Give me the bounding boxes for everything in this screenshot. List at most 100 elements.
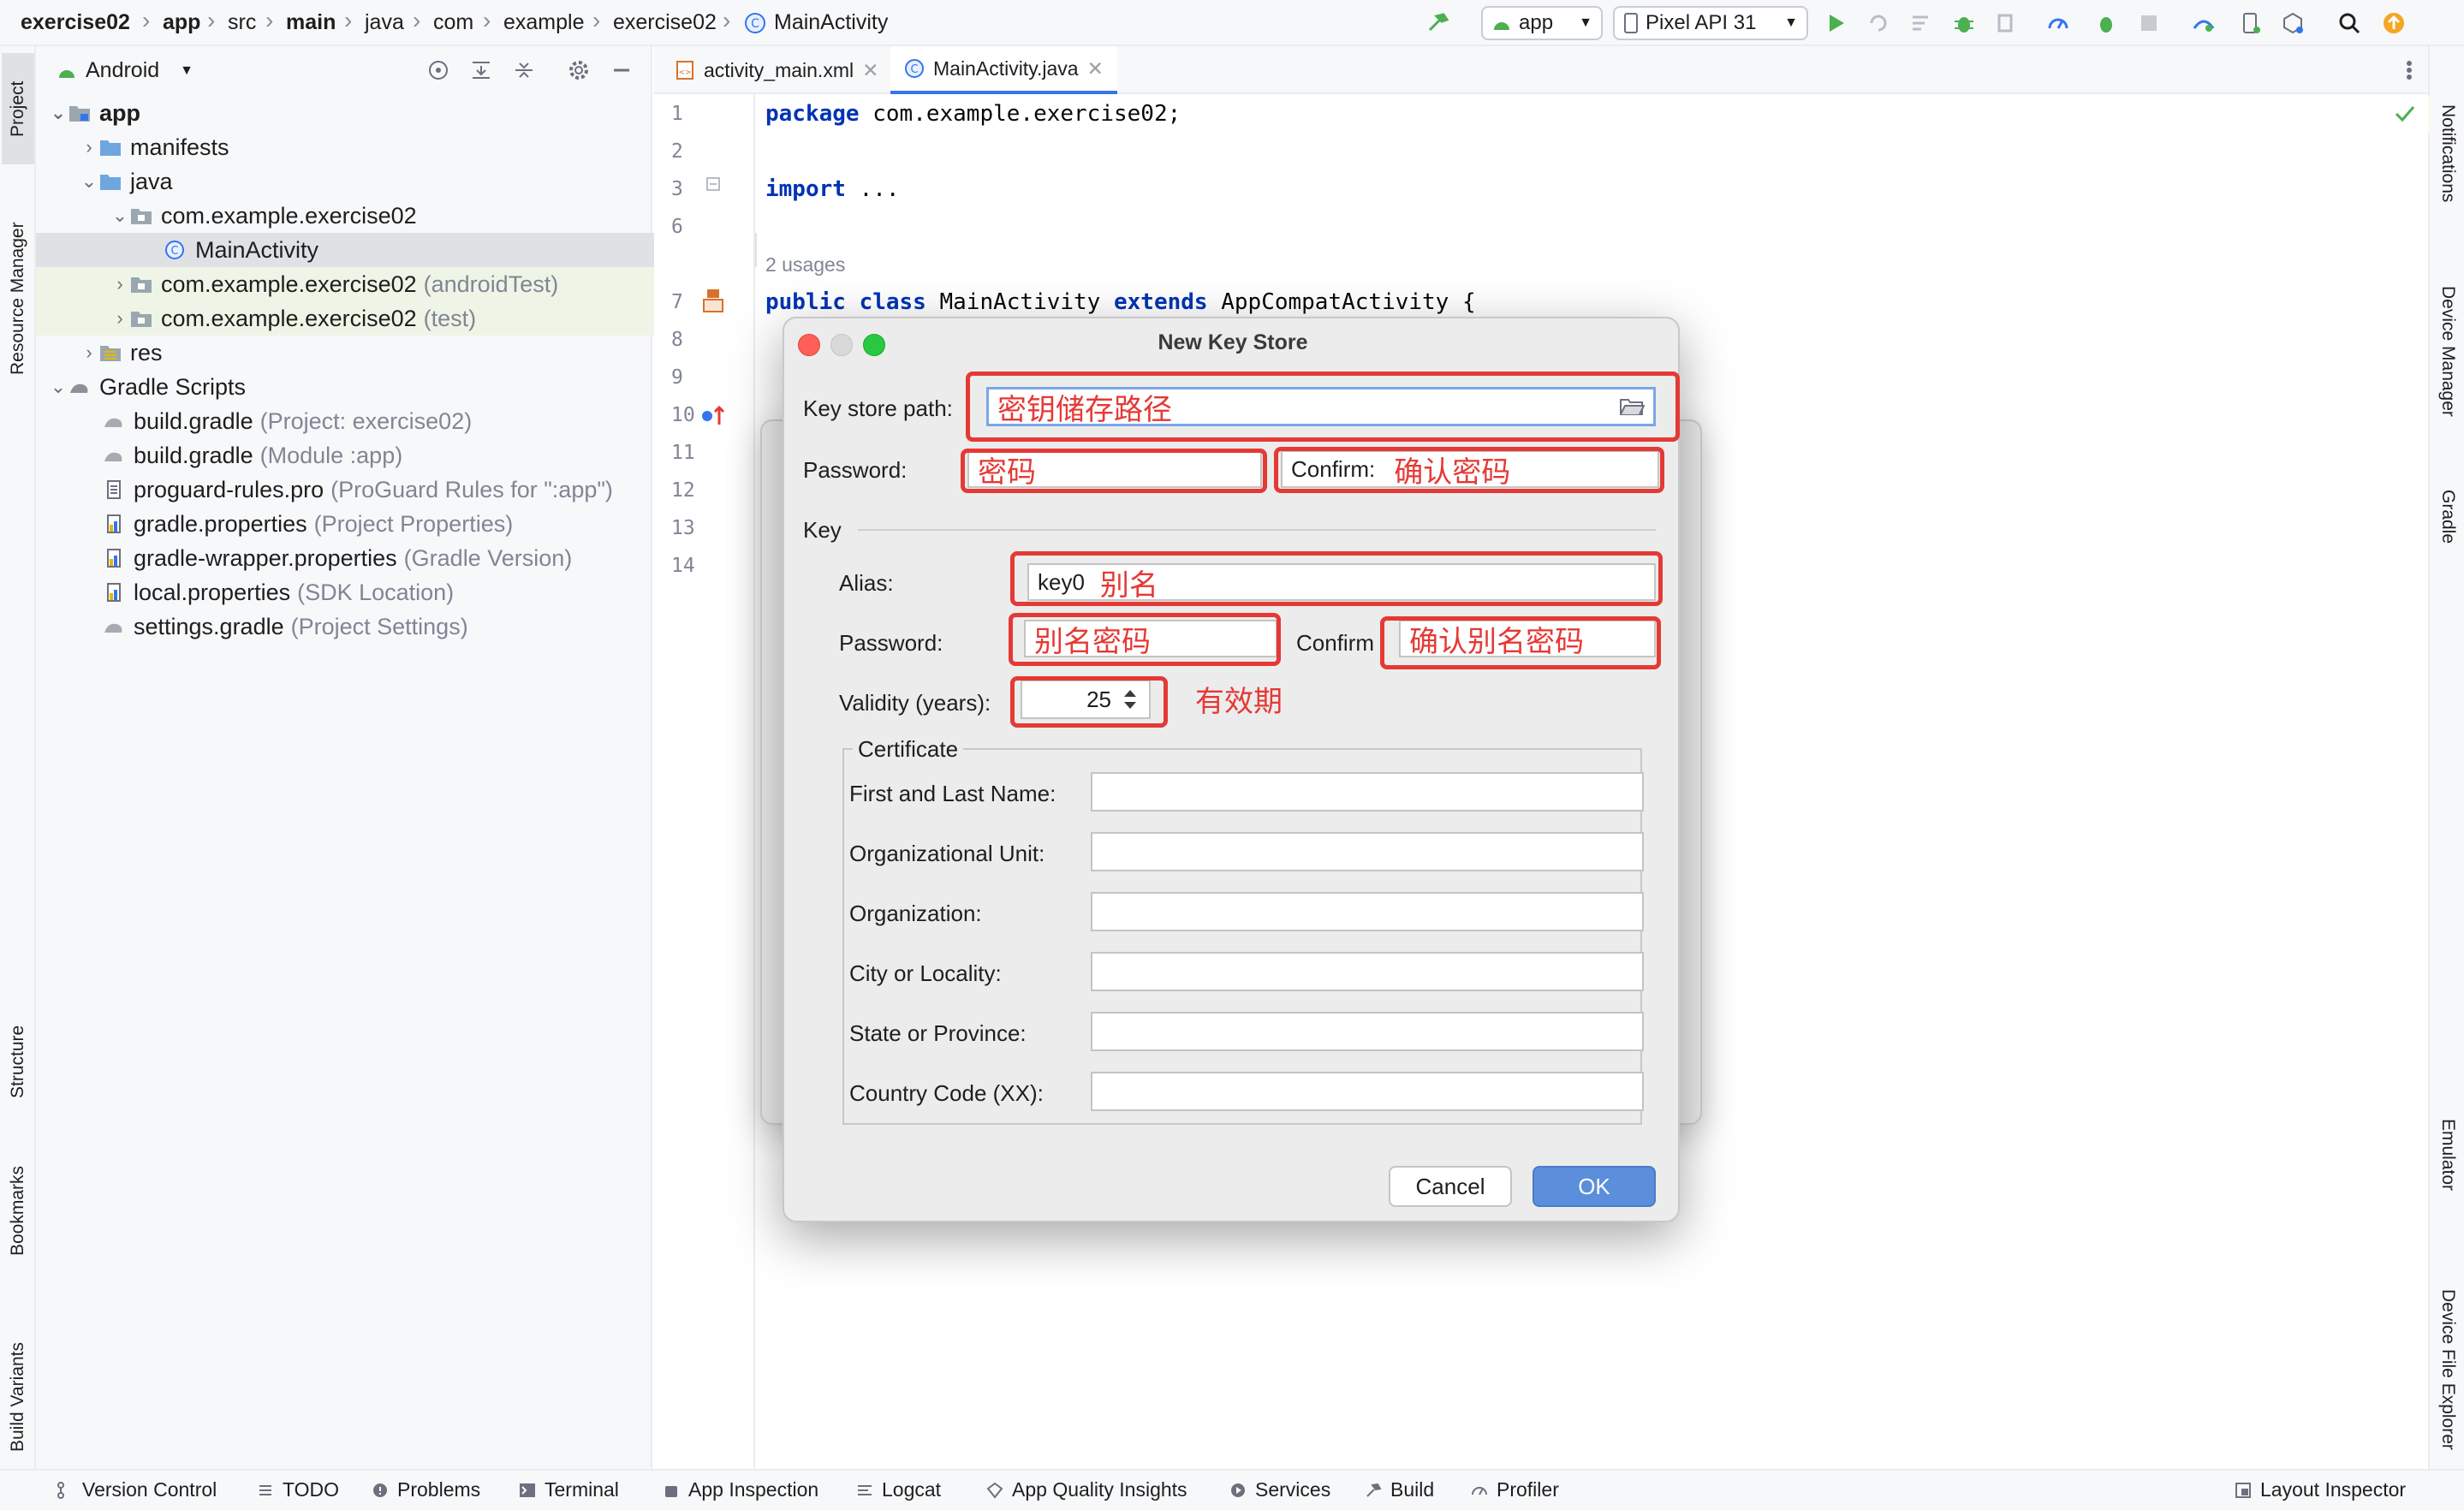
tree-item-package-test[interactable]: › com.example.exercise02 (test) <box>36 301 724 336</box>
device-select[interactable]: Pixel API 31 ▼ <box>1613 6 1808 40</box>
state-province-input[interactable] <box>1091 1012 1644 1051</box>
layout-preview-icon[interactable] <box>700 288 726 315</box>
bottom-tab-version-control[interactable]: Version Control <box>57 1478 217 1501</box>
terminal-icon <box>520 1483 535 1497</box>
sync-gradle-icon[interactable] <box>2192 11 2216 35</box>
tool-tab-notifications[interactable]: Notifications <box>2431 63 2464 243</box>
breadcrumb-exercise02[interactable]: exercise02 <box>613 10 717 35</box>
breadcrumb-example[interactable]: example <box>503 10 585 35</box>
tree-item-settings-gradle[interactable]: settings.gradle (Project Settings) <box>36 609 717 644</box>
sdk-manager-icon[interactable] <box>2281 11 2305 35</box>
tree-item-gradle-properties[interactable]: gradle.properties (Project Properties) <box>36 507 717 541</box>
tree-item-gradle-scripts[interactable]: ⌄ Gradle Scripts <box>36 370 663 404</box>
attach-debugger-icon[interactable] <box>1995 11 2019 35</box>
tool-tab-gradle[interactable]: Gradle <box>2431 457 2464 577</box>
more-options-icon[interactable] <box>2401 58 2418 82</box>
tree-item-local-properties[interactable]: local.properties (SDK Location) <box>36 575 717 609</box>
organizational-unit-input[interactable] <box>1091 832 1644 871</box>
ok-button[interactable]: OK <box>1533 1166 1656 1207</box>
breadcrumb-com[interactable]: com <box>433 10 473 35</box>
tree-item-gradle-wrapper-properties[interactable]: gradle-wrapper.properties (Gradle Versio… <box>36 541 717 575</box>
tab-activity-main-xml[interactable]: <> activity_main.xml ✕ <box>661 46 892 94</box>
first-last-name-input[interactable] <box>1091 772 1644 811</box>
tab-label: activity_main.xml <box>704 58 854 81</box>
expand-all-icon[interactable] <box>469 58 493 82</box>
stop-icon[interactable] <box>2137 11 2161 35</box>
minimize-icon[interactable] <box>610 58 634 82</box>
line-number: 13 <box>671 517 695 539</box>
run-configuration-select[interactable]: app ▼ <box>1481 6 1603 40</box>
annotation-highlight-box <box>1009 613 1281 666</box>
tree-item-build-gradle-project[interactable]: build.gradle (Project: exercise02) <box>36 404 717 438</box>
breadcrumb-separator: › <box>723 7 731 33</box>
profile-icon[interactable] <box>2046 11 2070 35</box>
tree-item-manifests[interactable]: › manifests <box>36 130 693 164</box>
tree-item-package-androidtest[interactable]: › com.example.exercise02 (androidTest) <box>36 267 724 301</box>
bottom-tab-profiler[interactable]: Profiler <box>1471 1478 1559 1501</box>
tab-mainactivity-java[interactable]: C MainActivity.java ✕ <box>890 46 1117 94</box>
bottom-tab-layout-inspector[interactable]: Layout Inspector <box>2235 1478 2406 1501</box>
tool-tab-emulator[interactable]: Emulator <box>2431 1091 2464 1219</box>
tree-item-java[interactable]: ⌄ java <box>36 164 693 199</box>
tool-tab-project[interactable]: Project <box>2 53 34 164</box>
chevron-right-icon: › <box>86 342 92 363</box>
breadcrumb-main[interactable]: main <box>286 10 336 35</box>
tree-item-hint: (Module :app) <box>259 442 403 468</box>
breadcrumb-mainactivity[interactable]: MainActivity <box>774 10 888 35</box>
city-locality-input[interactable] <box>1091 952 1644 991</box>
code-text: com.example.exercise02; <box>859 101 1181 127</box>
override-icon[interactable] <box>699 402 726 428</box>
tool-tab-structure-label: Structure <box>8 1025 27 1098</box>
bottom-tab-app-inspection[interactable]: App Inspection <box>663 1478 818 1501</box>
project-view-select[interactable]: Android ▼ <box>57 58 193 83</box>
cancel-button[interactable]: Cancel <box>1389 1166 1512 1207</box>
locate-icon[interactable] <box>426 58 450 82</box>
keyword: extends <box>1114 289 1208 315</box>
bottom-tab-terminal[interactable]: Terminal <box>519 1478 619 1501</box>
close-icon[interactable]: ✕ <box>1087 57 1104 80</box>
bottom-tab-label: Services <box>1255 1478 1331 1501</box>
tree-item-res[interactable]: › res <box>36 336 693 370</box>
close-icon[interactable]: ✕ <box>862 59 878 82</box>
bottom-tab-app-quality-insights[interactable]: App Quality Insights <box>986 1478 1187 1501</box>
tree-item-proguard-rules[interactable]: proguard-rules.pro (ProGuard Rules for "… <box>36 473 717 507</box>
usages-hint[interactable]: 2 usages <box>765 253 845 276</box>
update-icon[interactable] <box>2382 11 2406 35</box>
apply-changes-icon[interactable] <box>1866 11 1890 35</box>
tool-tab-bookmarks[interactable]: Bookmarks <box>2 1125 34 1296</box>
country-code-input[interactable] <box>1091 1072 1644 1111</box>
search-icon[interactable] <box>2337 11 2361 35</box>
gear-icon[interactable] <box>567 58 591 82</box>
bottom-tab-services[interactable]: Services <box>1229 1478 1330 1501</box>
bottom-tab-build[interactable]: Build <box>1365 1478 1434 1501</box>
collapse-all-icon[interactable] <box>512 58 536 82</box>
tool-tab-device-manager[interactable]: Device Manager <box>2431 248 2464 454</box>
breadcrumb-app[interactable]: app <box>163 10 200 35</box>
tree-item-package-main[interactable]: ⌄ com.example.exercise02 <box>36 199 724 233</box>
tool-tab-device-file-explorer[interactable]: Device File Explorer <box>2431 1241 2464 1498</box>
debug-icon[interactable] <box>1952 11 1976 35</box>
device-manager-icon[interactable] <box>2238 11 2262 35</box>
tree-item-label: gradle.properties <box>134 510 307 537</box>
hammer-icon[interactable] <box>1426 11 1450 35</box>
tree-item-build-gradle-module[interactable]: build.gradle (Module :app) <box>36 438 717 473</box>
breadcrumb-project[interactable]: exercise02 <box>21 10 130 35</box>
tool-tab-gradle-label: Gradle <box>2438 490 2458 544</box>
bottom-tab-todo[interactable]: TODO <box>257 1478 339 1501</box>
annotation-highlight-box <box>1380 616 1661 669</box>
bottom-tab-logcat[interactable]: Logcat <box>856 1478 941 1501</box>
tool-tab-structure[interactable]: Structure <box>2 984 34 1138</box>
fold-icon[interactable] <box>705 176 721 192</box>
run-icon[interactable] <box>1824 11 1848 35</box>
attach-process-icon[interactable] <box>2094 11 2118 35</box>
tree-item-app[interactable]: ⌄ app <box>36 96 663 130</box>
bottom-tab-problems[interactable]: Problems <box>372 1478 480 1501</box>
organization-input[interactable] <box>1091 892 1644 931</box>
tool-tab-build-variants-label: Build Variants <box>8 1342 27 1453</box>
breadcrumb-src[interactable]: src <box>228 10 256 35</box>
properties-file-icon <box>107 583 121 602</box>
tool-tab-resource-manager[interactable]: Resource Manager <box>2 183 34 414</box>
breadcrumb-separator: › <box>592 7 601 33</box>
breadcrumb-java[interactable]: java <box>365 10 404 35</box>
apply-code-changes-icon[interactable] <box>1909 11 1933 35</box>
